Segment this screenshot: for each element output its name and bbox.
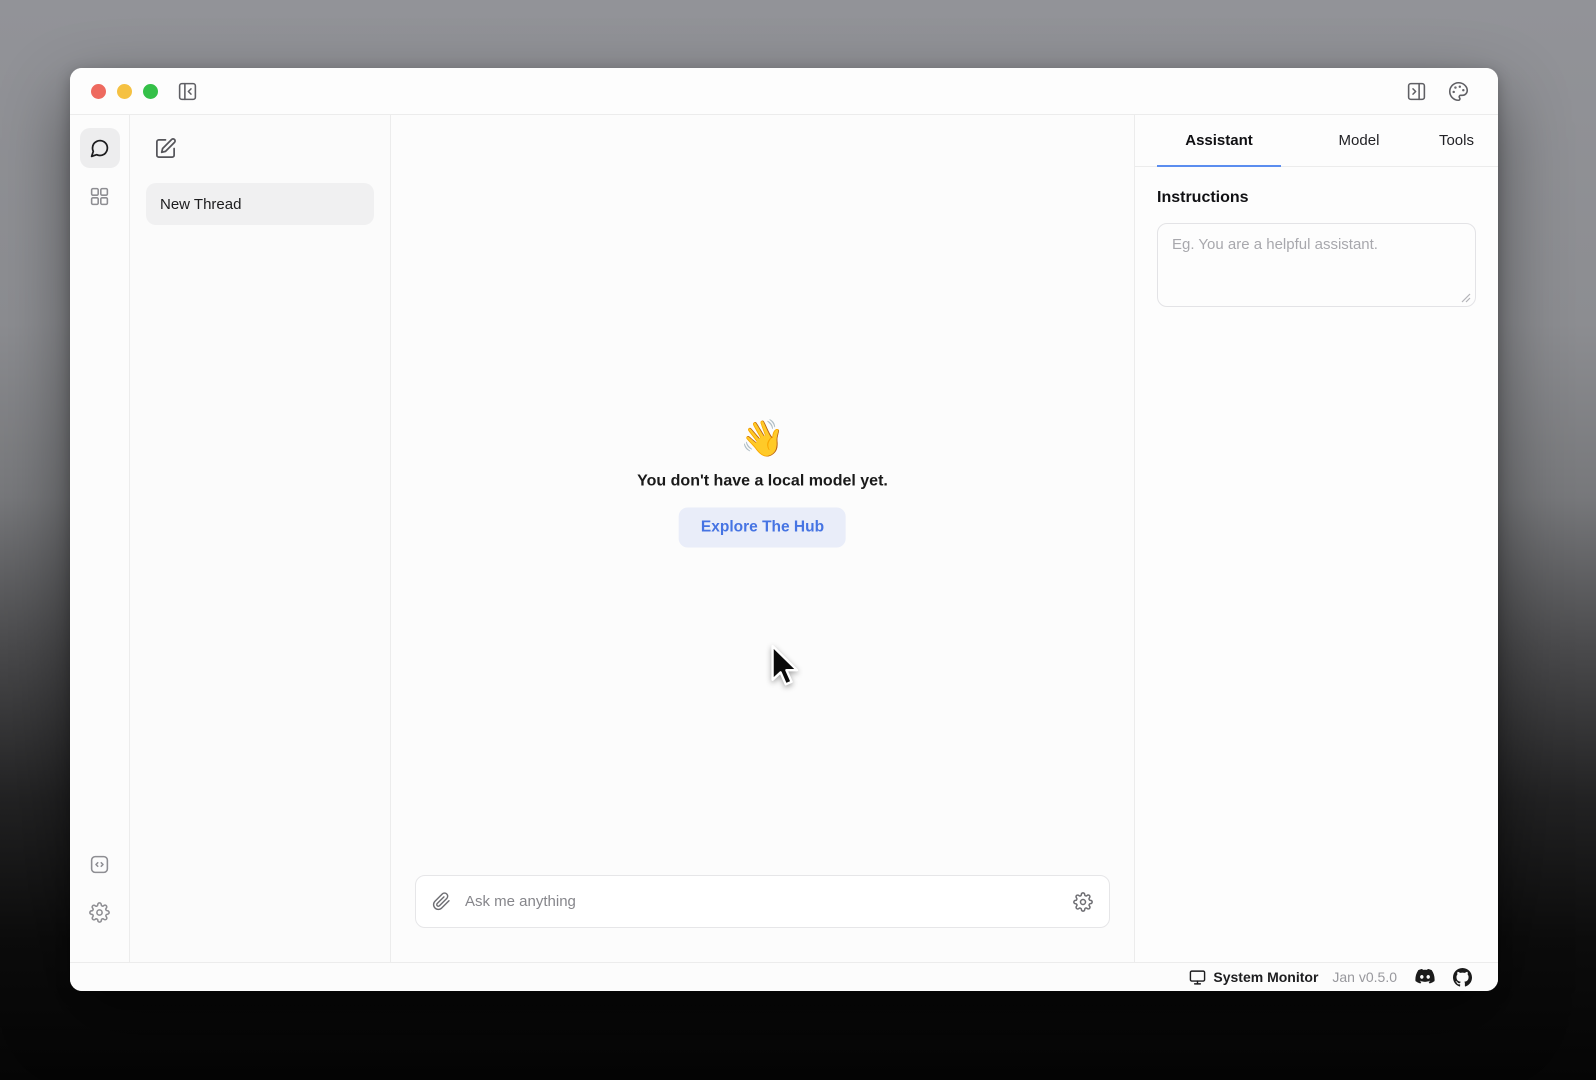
minimize-button[interactable] — [117, 84, 132, 99]
empty-state-message: You don't have a local model yet. — [637, 472, 888, 490]
statusbar: System Monitor Jan v0.5.0 — [70, 962, 1498, 991]
titlebar — [70, 68, 1498, 115]
window-body: New Thread 👋 You don't have a local mode… — [70, 115, 1498, 962]
discord-icon — [1415, 969, 1435, 985]
thread-title: New Thread — [160, 196, 241, 213]
chat-main: 👋 You don't have a local model yet. Expl… — [391, 115, 1134, 962]
app-version-label: Jan v0.5.0 — [1332, 969, 1397, 985]
mouse-cursor — [763, 643, 801, 687]
system-monitor-button[interactable]: System Monitor — [1189, 969, 1318, 986]
instructions-textarea[interactable] — [1157, 223, 1476, 307]
sidebar-item-hub[interactable] — [80, 176, 120, 216]
github-link[interactable] — [1453, 968, 1472, 987]
sidebar-item-local-api-server[interactable] — [80, 844, 120, 884]
assistant-panel: Assistant Model Tools Instructions — [1134, 115, 1498, 962]
toggle-right-panel-button[interactable] — [1402, 77, 1430, 105]
panel-right-collapse-icon — [1406, 81, 1427, 102]
wave-emoji: 👋 — [740, 420, 785, 456]
message-input[interactable] — [465, 893, 1059, 910]
titlebar-right-actions — [1402, 77, 1472, 105]
thread-list-item[interactable]: New Thread — [146, 183, 374, 225]
close-button[interactable] — [91, 84, 106, 99]
instructions-field-wrap — [1157, 223, 1476, 312]
inference-settings-button[interactable] — [1073, 892, 1093, 912]
attach-file-button[interactable] — [432, 892, 451, 911]
new-thread-button[interactable] — [152, 135, 178, 161]
discord-link[interactable] — [1415, 969, 1435, 985]
paperclip-icon — [432, 892, 451, 911]
sidebar-item-settings[interactable] — [80, 892, 120, 932]
system-monitor-label: System Monitor — [1213, 969, 1318, 985]
desktop-background: { "titlebar": { "traffic_lights": { "clo… — [0, 0, 1596, 1080]
theme-button[interactable] — [1444, 77, 1472, 105]
monitor-icon — [1189, 969, 1206, 986]
gear-icon — [1073, 892, 1093, 912]
traffic-lights — [91, 84, 158, 99]
assistant-tab-content: Instructions — [1135, 167, 1498, 334]
assistant-panel-tabs: Assistant Model Tools — [1135, 115, 1498, 167]
panel-left-collapse-icon — [177, 81, 198, 102]
github-icon — [1453, 968, 1472, 987]
empty-state: 👋 You don't have a local model yet. Expl… — [637, 420, 888, 547]
palette-icon — [1448, 81, 1469, 102]
sidebar-item-threads[interactable] — [80, 128, 120, 168]
compose-icon — [154, 137, 177, 160]
grid-icon — [89, 186, 110, 207]
zoom-button[interactable] — [143, 84, 158, 99]
resize-grip-icon[interactable] — [1461, 293, 1471, 303]
tab-tools[interactable]: Tools — [1437, 115, 1476, 167]
message-composer — [415, 875, 1110, 928]
code-square-icon — [89, 854, 110, 875]
tab-model[interactable]: Model — [1337, 115, 1382, 167]
explore-hub-button[interactable]: Explore The Hub — [679, 507, 846, 547]
instructions-label: Instructions — [1157, 189, 1476, 207]
app-window: New Thread 👋 You don't have a local mode… — [70, 68, 1498, 991]
tab-assistant[interactable]: Assistant — [1157, 115, 1281, 167]
threads-panel: New Thread — [130, 115, 391, 962]
sidebar-rail — [70, 115, 130, 962]
toggle-left-panel-button[interactable] — [173, 77, 201, 105]
gear-icon — [89, 902, 110, 923]
chat-bubble-icon — [89, 138, 110, 159]
